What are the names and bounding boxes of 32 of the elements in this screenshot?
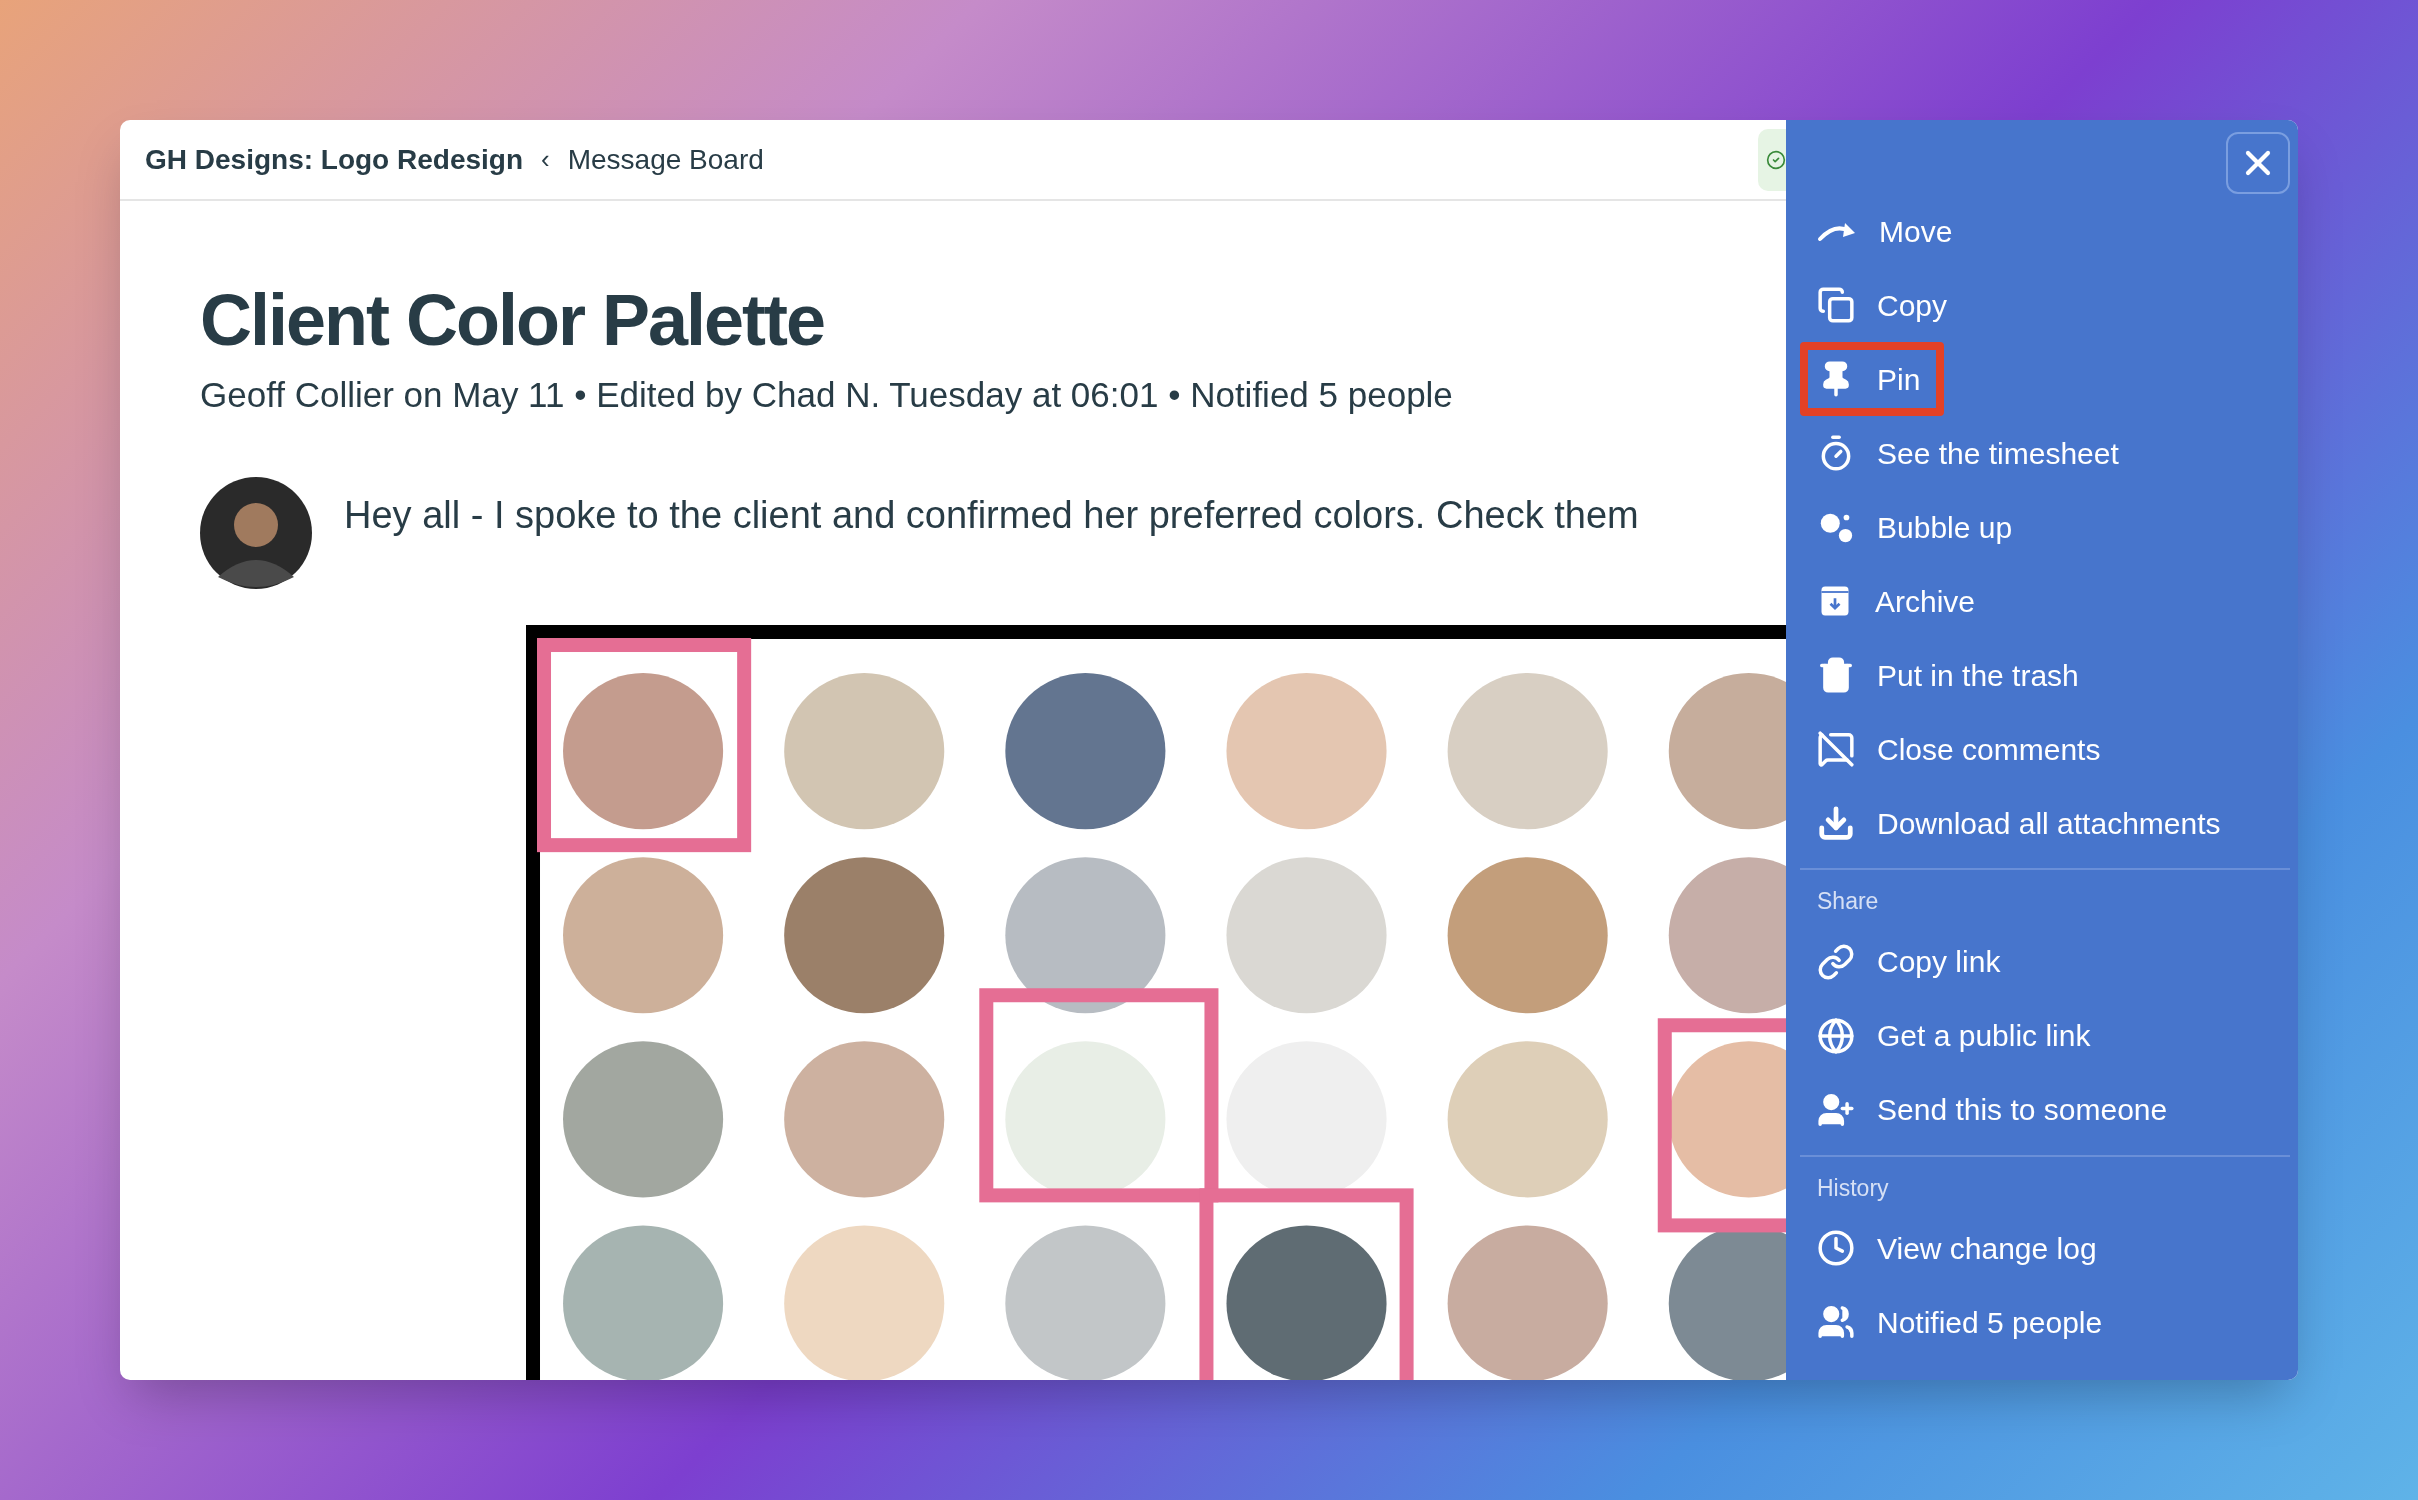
menu-item[interactable]: Pin [1800,342,1945,416]
menu-item[interactable]: Copy link [1800,924,2025,999]
menu-item[interactable]: Download all attachments [1800,786,2245,860]
comment-off-icon [1817,730,1855,768]
post-title: Client Color Palette [200,284,826,356]
menu-section-heading: Share [1816,887,1880,916]
copy-icon [1817,286,1855,324]
menu-item[interactable]: Bubble up [1800,490,2037,564]
menu-item[interactable]: See the timesheet [1800,416,2143,490]
people-icon [1817,1303,1855,1341]
menu-item[interactable]: Close comments [1800,712,2125,786]
menu-section-heading: History [1816,1173,1890,1203]
menu-item[interactable]: Notified 5 people [1800,1285,2127,1359]
post-meta: Geoff Collier on May 11 • Edited by Chad N. Tuesday at 06:01 • Notified 5 people [200,374,1454,416]
section-link[interactable]: Message Board [567,138,764,181]
menu-item[interactable]: Copy [1800,268,1972,342]
menu-item[interactable]: Move [1800,194,1977,268]
menu-item[interactable]: Send this to someone [1800,1072,2192,1147]
close-button[interactable] [2226,132,2290,194]
check-button[interactable] [1758,128,1786,191]
download-icon [1817,804,1855,842]
menu-item[interactable]: View change log [1800,1211,2121,1285]
menu-item[interactable]: Archive [1800,564,2000,638]
project-link[interactable]: GH Designs: Logo Redesign [145,138,524,181]
message-text: Hey all - I spoke to the client and confirmed her preferred colors. Check them [344,492,1639,538]
breadcrumb-separator: ‹ [541,143,550,176]
clock-icon [1817,1229,1855,1267]
link-icon [1817,942,1855,981]
trash-icon [1817,656,1855,694]
menu-item[interactable]: Get a public link [1800,998,2115,1073]
globe-icon [1817,1016,1855,1055]
menu-item[interactable]: Put in the trash [1800,638,2103,712]
